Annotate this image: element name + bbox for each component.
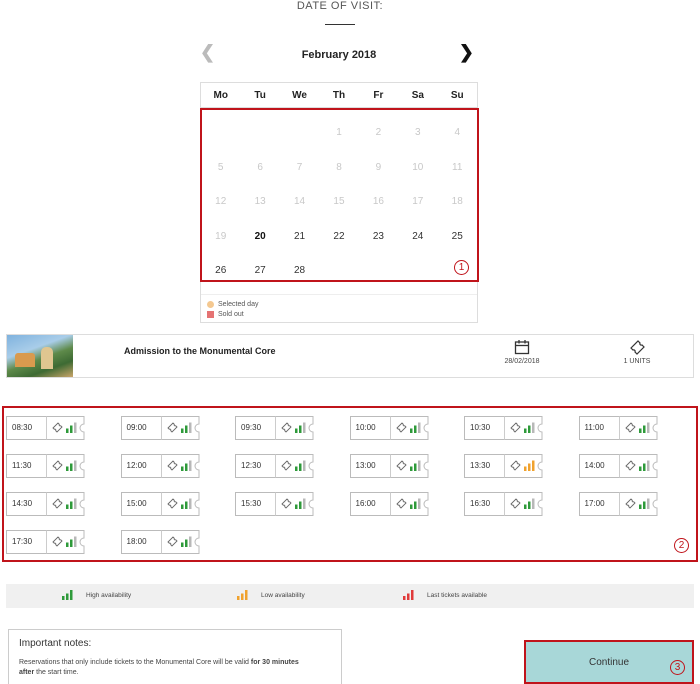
- weekday-header-mo: Mo: [213, 90, 228, 101]
- ticket-icon: [630, 340, 645, 355]
- notes-text-start: Reservations that only include tickets t…: [19, 659, 251, 666]
- weekday-header-su: Su: [450, 90, 464, 101]
- product-thumbnail: [7, 335, 73, 377]
- notes-text-duration: for 30 minutes: [250, 659, 299, 666]
- product-date-value: 28/02/2018: [504, 358, 540, 365]
- legend-high-label: High availability: [86, 591, 132, 599]
- notes-text: Reservations that only include tickets t…: [19, 658, 331, 678]
- product-name: Admission to the Monumental Core: [124, 346, 276, 356]
- high-availability-bars-icon: [62, 590, 73, 600]
- calendar-weekday-header: Mo Tu We Th Fr Sa Su: [201, 83, 477, 108]
- calendar-icon: [514, 340, 530, 355]
- weekday-header-tu: Tu: [254, 90, 266, 101]
- calendar-highlight-box: [200, 108, 479, 282]
- annotation-badge-2: 2: [674, 538, 689, 553]
- weekday-header-we: We: [292, 90, 307, 101]
- visit-date-heading: DATE OF VISIT:: [296, 0, 384, 12]
- low-availability-bars-icon: [237, 590, 248, 600]
- notes-title: Important notes:: [19, 638, 92, 649]
- legend-low-label: Low availability: [261, 591, 305, 599]
- product-units-value: 1 UNITS: [623, 358, 651, 365]
- legend-sold-out-label: Sold out: [218, 310, 244, 318]
- calendar-legend: Selected day Sold out: [201, 294, 477, 322]
- continue-button[interactable]: Continue: [526, 642, 692, 682]
- sold-out-swatch: [207, 310, 214, 318]
- weekday-header-sa: Sa: [411, 90, 424, 101]
- notes-text-end: the start time.: [34, 669, 79, 676]
- legend-low-availability: Low availability: [237, 590, 305, 600]
- time-slots-highlight-box: [2, 406, 698, 562]
- weekday-header-fr: Fr: [373, 90, 384, 101]
- legend-sold-out: Sold out: [207, 309, 471, 319]
- annotation-badge-1: 1: [454, 260, 469, 275]
- legend-last-tickets: Last tickets available: [403, 590, 487, 600]
- selected-day-swatch: [207, 300, 214, 308]
- last-tickets-bars-icon: [403, 590, 414, 600]
- heading-divider: [325, 24, 355, 25]
- availability-legend: High availability Low availability Last …: [6, 584, 694, 608]
- weekday-header-th: Th: [332, 90, 346, 101]
- legend-high-availability: High availability: [62, 590, 131, 600]
- legend-selected-label: Selected day: [218, 300, 259, 308]
- annotation-badge-3: 3: [670, 660, 685, 675]
- legend-selected-day: Selected day: [207, 299, 471, 309]
- product-date-block: 28/02/2018: [497, 339, 547, 365]
- month-label: February 2018: [301, 49, 377, 61]
- notes-text-after: after: [19, 669, 35, 676]
- product-units-block: 1 UNITS: [612, 339, 662, 365]
- next-month-icon[interactable]: ❯: [459, 42, 474, 63]
- legend-last-label: Last tickets available: [427, 591, 487, 599]
- important-notes: Important notes: Reservations that only …: [8, 629, 342, 684]
- product-summary: Admission to the Monumental Core 28/02/2…: [6, 334, 694, 378]
- month-navigation: ❮ February 2018 ❯: [200, 42, 478, 68]
